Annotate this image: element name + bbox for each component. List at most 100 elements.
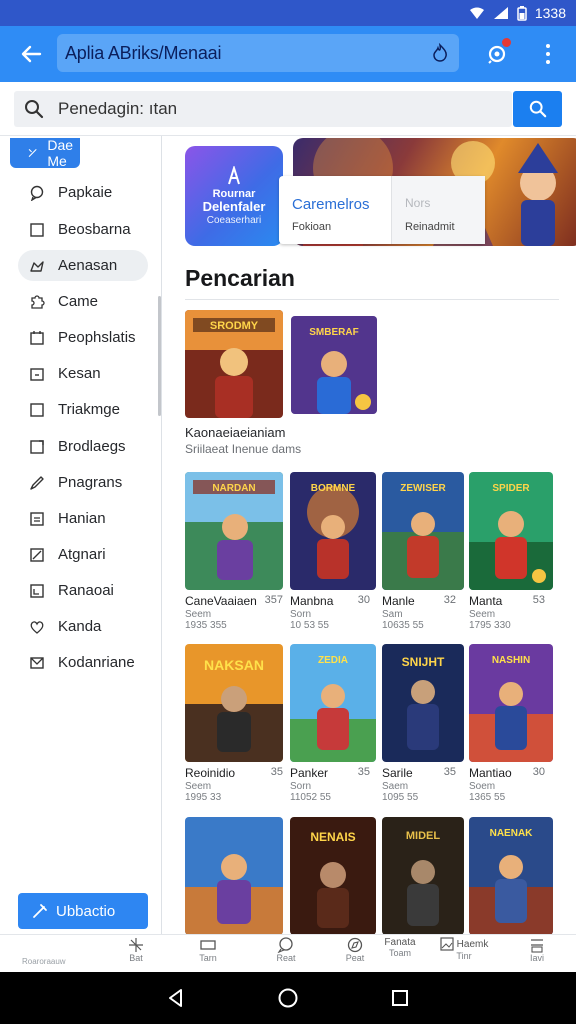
- sidebar-item-label: Beosbarna: [58, 221, 131, 238]
- cloud-icon: [28, 257, 46, 275]
- sidebar-item-came[interactable]: Came: [18, 286, 148, 317]
- app-title: Aplia ABriks/Menaai: [65, 42, 222, 63]
- sidebar-item-label: Papkaie: [58, 184, 113, 201]
- list-icon: [28, 510, 46, 528]
- game-caption: Mantiao 30 Soem 1365 55: [469, 766, 545, 803]
- notification-button[interactable]: [480, 36, 514, 70]
- svg-text:SPIDER: SPIDER: [492, 483, 530, 494]
- promo-app-line2: Delenfaler: [202, 198, 266, 214]
- svg-text:ZEWISER: ZEWISER: [400, 483, 446, 494]
- app-bar: Aplia ABriks/Menaai: [0, 26, 576, 82]
- promo-info-card[interactable]: Caremelros Fokioan Nors Reinadmit: [279, 176, 485, 244]
- search-row: [0, 82, 576, 136]
- app-title-box[interactable]: Aplia ABriks/Menaai: [57, 34, 459, 72]
- battery-icon: [517, 5, 527, 21]
- sidebar-item-label: Aenasan: [58, 257, 118, 274]
- game-art: [185, 817, 283, 934]
- status-time: 1338: [534, 5, 566, 21]
- game-tile[interactable]: ZEWISER: [382, 472, 464, 590]
- mail-icon: [28, 654, 46, 672]
- back-button[interactable]: [9, 32, 53, 76]
- game-caption: Sarile 35 Saem 1095 55: [382, 766, 456, 803]
- section-title: Pencarian: [185, 265, 295, 291]
- sidebar-item-kesan[interactable]: Kesan: [18, 358, 148, 389]
- section-divider: [185, 299, 559, 300]
- sidebar-header-button[interactable]: Dae Me: [10, 137, 80, 169]
- game-caption: Manta 53 Seem 1795 330: [469, 594, 545, 631]
- game-tile[interactable]: NASHIN: [469, 644, 553, 762]
- game-art: BORMNE: [290, 472, 376, 590]
- game-caption: Panker 35 Sorn 11052 55: [290, 766, 370, 803]
- game-tile[interactable]: SNIJHT: [382, 644, 464, 762]
- game-tile[interactable]: MIDEL: [382, 817, 464, 934]
- game-art: NENAIS: [290, 817, 376, 934]
- sidebar-item-atgnari[interactable]: Atgnari: [18, 539, 148, 570]
- sidebar-item-label: Hanian: [58, 510, 106, 527]
- search-button[interactable]: [513, 91, 562, 127]
- promo-app-line3: Coeaserhari: [206, 214, 262, 226]
- sidebar-item-label: Came: [58, 293, 99, 310]
- sidebar-item-brodlaegs[interactable]: Brodlaegs: [18, 431, 148, 462]
- game-art: SRODMY: [185, 310, 283, 418]
- ruler-icon: [28, 546, 46, 564]
- game-tile[interactable]: NAENAK: [469, 817, 553, 934]
- recents-square-icon[interactable]: [390, 988, 410, 1008]
- game-tile[interactable]: NENAIS: [290, 817, 376, 934]
- sidebar-item-label: Atgnari: [58, 546, 106, 563]
- sidebar-item-kanda[interactable]: Kanda: [18, 611, 148, 642]
- bottom-nav-item[interactable]: Iavi: [509, 937, 565, 971]
- sidebar-item-peophslatis[interactable]: Peophslatis: [18, 322, 148, 353]
- checkbox-icon: [28, 401, 46, 419]
- game-tile[interactable]: [185, 817, 283, 934]
- bottom-nav-item[interactable]: Bat: [108, 937, 164, 971]
- sidebar-item-kodanriane[interactable]: Kodanriane: [18, 647, 148, 678]
- pen-icon: [28, 474, 46, 492]
- sidebar-item-beosbarna[interactable]: Beosbarna: [18, 214, 148, 245]
- promo-info-sub: Fokioan: [292, 221, 332, 233]
- back-arrow-icon: [21, 45, 42, 63]
- svg-text:NASHIN: NASHIN: [492, 655, 530, 666]
- game-tile[interactable]: BORMNE: [290, 472, 376, 590]
- game-tile[interactable]: ZEDIA: [290, 644, 376, 762]
- featured-caption: Kaonaeiaeianiam: [185, 425, 286, 440]
- game-tile[interactable]: SPIDER: [469, 472, 553, 590]
- sidebar-item-papkaie[interactable]: Papkaie: [18, 177, 148, 208]
- search-icon: [25, 100, 44, 119]
- promo-info-col2[interactable]: Nors Reinadmit: [391, 176, 485, 244]
- status-bar: 1338: [0, 0, 576, 26]
- back-triangle-icon[interactable]: [166, 988, 186, 1008]
- sidebar-item-aenasan[interactable]: Aenasan: [18, 250, 148, 281]
- bottom-nav-item[interactable]: Fanata Toam: [372, 937, 428, 971]
- promo-info-col1[interactable]: Caremelros Fokioan: [279, 176, 391, 244]
- update-button[interactable]: Ubbactio: [18, 893, 148, 929]
- game-tile[interactable]: NAKSAN: [185, 644, 283, 762]
- promo-app-card[interactable]: Rournar Delenfaler Coeaserhari: [185, 146, 283, 246]
- bottom-nav-item[interactable]: Reat: [258, 937, 314, 971]
- flame-icon[interactable]: [431, 43, 449, 63]
- bottom-nav-first-label[interactable]: Roaroraauw: [22, 957, 66, 966]
- game-art: ZEDIA: [290, 644, 376, 762]
- sidebar-item-hanian[interactable]: Hanian: [18, 503, 148, 534]
- promo-info-sub2: Reinadmit: [405, 221, 455, 233]
- system-nav-bar: [0, 972, 576, 1024]
- promo-app-line1: Rournar: [212, 187, 256, 200]
- sidebar-scrollbar[interactable]: [158, 296, 161, 416]
- svg-text:BORMNE: BORMNE: [311, 483, 356, 494]
- sidebar-item-ranaoai[interactable]: Ranaoai: [18, 575, 148, 606]
- game-tile[interactable]: NARDAN: [185, 472, 283, 590]
- featured-game-tile[interactable]: SMBERAF: [291, 316, 377, 414]
- sidebar-item-label: Kanda: [58, 618, 102, 635]
- svg-text:ZEDIA: ZEDIA: [318, 655, 348, 666]
- sidebar-item-label: Pnagrans: [58, 474, 123, 491]
- bottom-nav-item[interactable]: Haemk Tinr: [436, 937, 492, 971]
- search-box: [14, 91, 512, 127]
- bottom-nav-item[interactable]: Tarn: [180, 937, 236, 971]
- promo-info-title2: Nors: [405, 196, 431, 210]
- sidebar-item-pnagrans[interactable]: Pnagrans: [18, 467, 148, 498]
- home-circle-icon[interactable]: [277, 987, 299, 1009]
- search-input[interactable]: [58, 99, 478, 119]
- featured-game-tile[interactable]: SRODMY: [185, 310, 283, 418]
- more-options-button[interactable]: [536, 38, 560, 70]
- sidebar-item-triakmge[interactable]: Triakmge: [18, 394, 148, 425]
- compass-icon: [347, 937, 363, 953]
